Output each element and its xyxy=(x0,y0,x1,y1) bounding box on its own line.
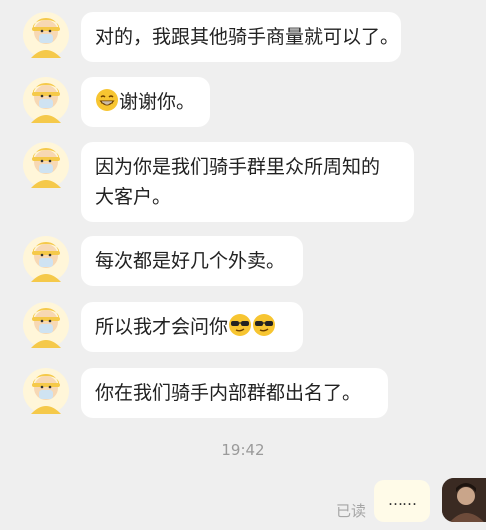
read-status: 已读 xyxy=(336,502,367,520)
message-bubble[interactable]: 所以我才会问你 xyxy=(81,302,303,352)
message-timestamp: 19:42 xyxy=(221,441,265,459)
grin-emoji-icon xyxy=(96,89,118,111)
my-message-bubble[interactable]: …… xyxy=(374,480,430,522)
message-bubble[interactable]: 每次都是好几个外卖。 xyxy=(81,236,303,286)
message-bubble[interactable]: 因为你是我们骑手群里众所周知的 大客户。 xyxy=(81,142,414,222)
chat-window: 对的，我跟其他骑手商量就可以了。 谢谢你。 因为你是我们骑手群里众所周知的 大客… xyxy=(0,0,486,530)
message-text: 你在我们骑手内部群都出名了。 xyxy=(95,382,362,404)
message-text: 所以我才会问你 xyxy=(95,316,229,338)
message-text: 每次都是好几个外卖。 xyxy=(95,250,286,272)
rider-avatar[interactable] xyxy=(23,142,69,188)
rider-avatar[interactable] xyxy=(23,236,69,282)
message-text-line: 大客户。 xyxy=(95,186,172,208)
rider-avatar[interactable] xyxy=(23,302,69,348)
message-bubble[interactable]: 谢谢你。 xyxy=(81,77,210,127)
rider-avatar[interactable] xyxy=(23,368,69,414)
message-bubble[interactable]: 你在我们骑手内部群都出名了。 xyxy=(81,368,388,418)
sunglasses-emoji-icon xyxy=(253,314,276,336)
my-avatar[interactable] xyxy=(442,478,486,522)
message-text: 谢谢你。 xyxy=(119,91,196,113)
message-text: 对的，我跟其他骑手商量就可以了。 xyxy=(95,26,400,48)
rider-avatar[interactable] xyxy=(23,77,69,123)
message-bubble[interactable]: 对的，我跟其他骑手商量就可以了。 xyxy=(81,12,401,62)
profile-photo-icon xyxy=(442,478,486,522)
rider-avatar[interactable] xyxy=(23,12,69,58)
message-text-line: 因为你是我们骑手群里众所周知的 xyxy=(95,156,381,178)
my-message-text: …… xyxy=(388,491,417,509)
sunglasses-emoji-icon xyxy=(229,314,252,336)
